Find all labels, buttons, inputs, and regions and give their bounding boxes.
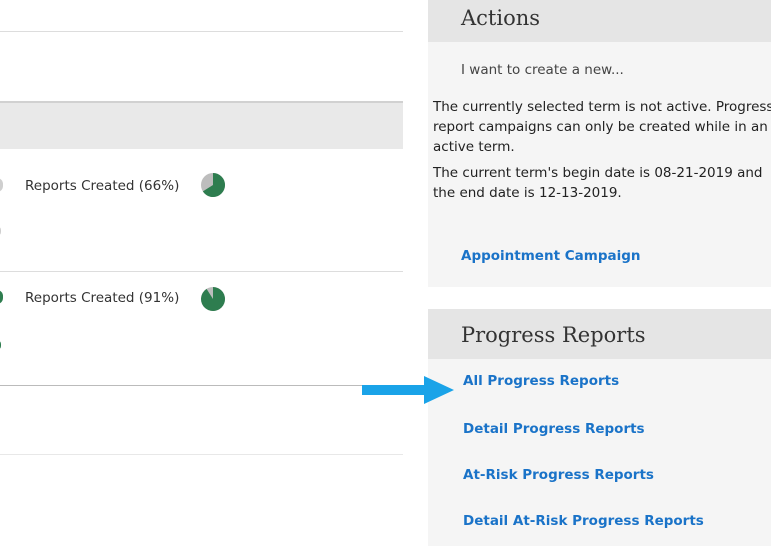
reports-created-label: Reports Created (91%) xyxy=(25,290,180,306)
actions-title: Actions xyxy=(461,6,541,30)
all-progress-reports-link[interactable]: All Progress Reports xyxy=(463,373,619,389)
appointment-campaign-link[interactable]: Appointment Campaign xyxy=(461,248,641,264)
actions-panel-header: Actions xyxy=(428,0,771,42)
inactive-term-message: The currently selected term is not activ… xyxy=(433,99,771,155)
pie-filled-slice xyxy=(201,287,226,311)
at-risk-progress-reports-link[interactable]: At-Risk Progress Reports xyxy=(463,467,654,483)
arrow-shape xyxy=(362,376,454,404)
divider-bottom xyxy=(0,454,403,455)
reports-created-label: Reports Created (66%) xyxy=(25,178,180,194)
progress-pie-chart-91 xyxy=(201,287,226,311)
progress-reports-panel: Progress Reports All Progress Reports De… xyxy=(428,309,771,546)
progress-reports-title: Progress Reports xyxy=(461,323,646,347)
table-row xyxy=(0,149,403,272)
detail-at-risk-progress-reports-link[interactable]: Detail At-Risk Progress Reports xyxy=(463,513,704,529)
progress-pie-chart-66 xyxy=(201,173,226,197)
detail-progress-reports-link[interactable]: Detail Progress Reports xyxy=(463,421,645,437)
create-new-prompt: I want to create a new... xyxy=(461,62,624,78)
divider-top xyxy=(0,31,403,32)
progress-reports-header: Progress Reports xyxy=(428,309,771,359)
term-dates-message: The current term's begin date is 08-21-2… xyxy=(433,165,763,201)
table-header xyxy=(0,101,403,149)
pointer-arrow-icon xyxy=(362,376,454,404)
actions-panel: Actions I want to create a new... The cu… xyxy=(428,0,771,287)
